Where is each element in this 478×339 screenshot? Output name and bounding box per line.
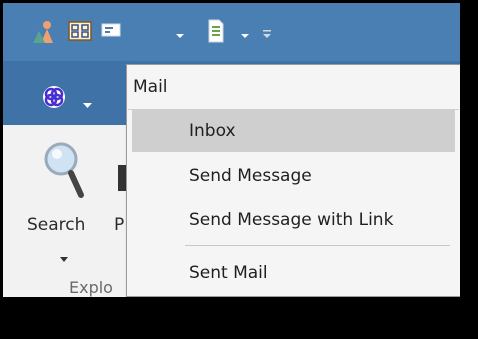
partial-tool-icon xyxy=(118,165,126,191)
menu-separator xyxy=(185,245,450,246)
diagram-icon[interactable] xyxy=(66,17,94,45)
menu-item-sent-mail[interactable]: Sent Mail xyxy=(132,252,455,294)
mail-dropdown-menu: Mail Inbox Send Message Send Message wit… xyxy=(126,64,460,297)
magnifier-icon[interactable] xyxy=(43,141,85,201)
chevron-down-icon[interactable] xyxy=(83,94,92,108)
chevron-down-icon[interactable] xyxy=(175,26,185,38)
chevron-down-icon[interactable] xyxy=(240,26,250,38)
menu-item-send-message-with-link[interactable]: Send Message with Link xyxy=(132,199,455,241)
customize-overflow-icon[interactable] xyxy=(262,25,272,38)
perspective-icon[interactable] xyxy=(41,84,67,110)
search-button-label[interactable]: Search xyxy=(27,215,85,235)
app-window: Search P Explo Mail Inbox Send Message S… xyxy=(3,3,460,297)
document-icon[interactable] xyxy=(206,17,226,45)
menu-item-send-message[interactable]: Send Message xyxy=(132,155,455,197)
quick-access-toolbar xyxy=(3,3,460,61)
partial-button-label[interactable]: P xyxy=(114,215,124,235)
menu-header: Mail xyxy=(133,77,168,97)
mail-icon[interactable] xyxy=(101,17,121,45)
people-icon[interactable] xyxy=(29,17,57,45)
chevron-down-icon[interactable] xyxy=(59,248,69,262)
ribbon-group-label: Explo xyxy=(69,278,113,297)
menu-item-inbox[interactable]: Inbox xyxy=(132,110,455,152)
